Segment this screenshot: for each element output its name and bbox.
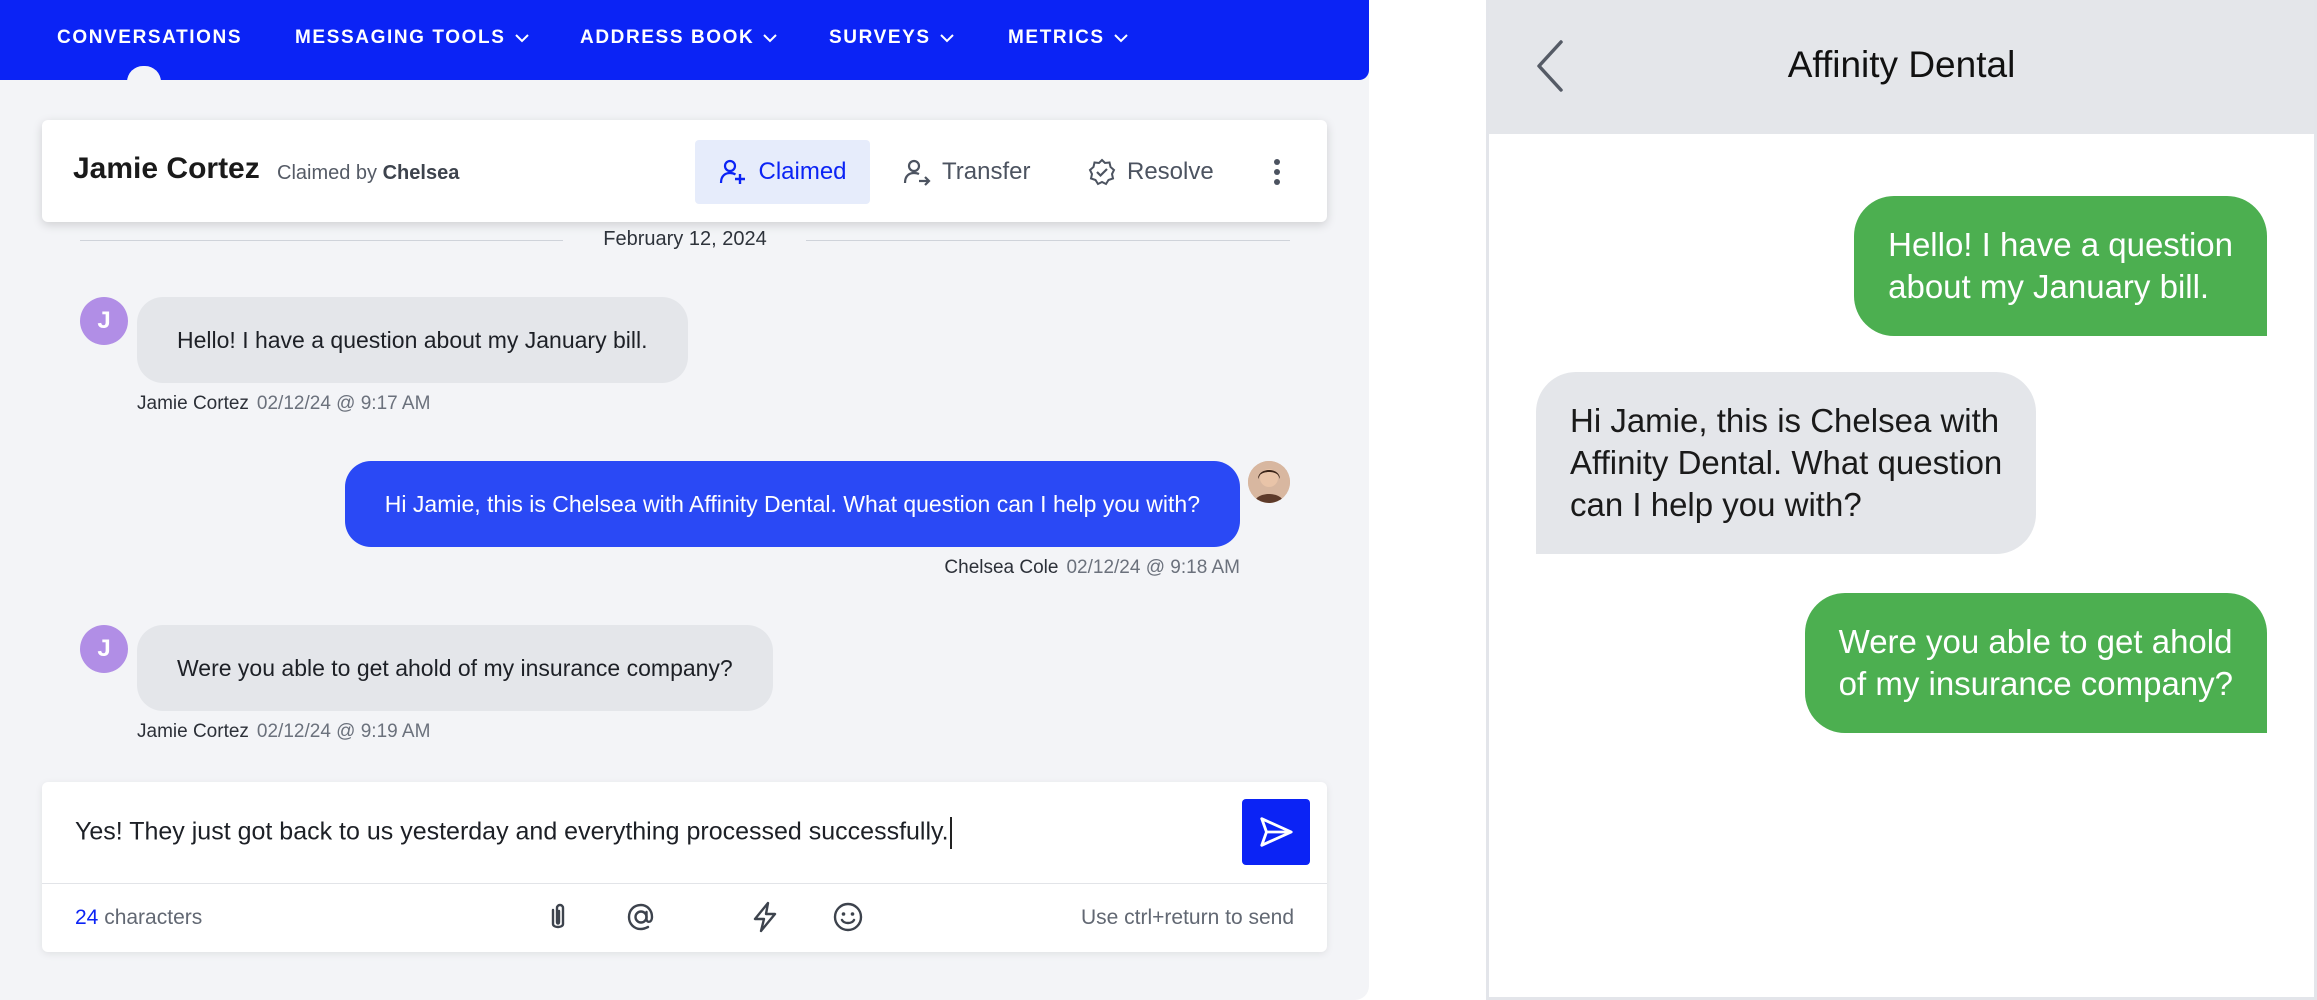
message-meta: Jamie Cortez 02/12/24 @ 9:19 AM [137,721,430,743]
avatar: J [80,297,128,345]
nav-surveys-label: SURVEYS [829,27,931,48]
character-count-value: 24 [75,906,99,929]
active-tab-indicator [127,66,161,82]
nav-metrics-label: METRICS [1008,27,1105,48]
claimed-button[interactable]: Claimed [695,140,870,204]
message-composer: Yes! They just got back to us yesterday … [42,782,1327,952]
sms-line: about my January bill. [1888,268,2210,305]
lightning-icon[interactable] [748,900,782,934]
badge-check-icon [1088,158,1116,186]
nav-metrics[interactable]: METRICS [1008,27,1129,49]
claimed-by-label: Claimed by Chelsea [277,162,459,185]
nav-address-book-label: ADDRESS BOOK [580,27,755,48]
chevron-down-icon [939,34,954,43]
more-options-button[interactable] [1262,140,1292,204]
message-sender: Jamie Cortez [137,721,249,742]
date-divider: February 12, 2024 [80,228,1290,252]
send-icon [1260,817,1293,847]
top-navigation: CONVERSATIONS MESSAGING TOOLS ADDRESS BO… [0,0,1369,82]
transfer-button[interactable]: Transfer [902,140,1030,204]
outgoing-message: Hi Jamie, this is Chelsea with Affinity … [344,461,1240,547]
person-transfer-icon [903,159,931,186]
nav-messaging-tools-label: MESSAGING TOOLS [295,27,506,48]
draft-text: Yes! They just got back to us yesterday … [75,817,949,846]
chevron-down-icon [514,34,529,43]
claimed-by-prefix: Claimed by [277,162,378,184]
character-count: 24 characters [75,906,202,930]
person-add-icon [720,159,746,184]
nav-conversations[interactable]: CONVERSATIONS [57,27,242,49]
sms-outgoing-bubble: Hello! I have a question about my Januar… [1854,196,2267,336]
message-timestamp: 02/12/24 @ 9:18 AM [1066,557,1240,578]
message-sender: Chelsea Cole [944,557,1059,578]
phone-header: Affinity Dental [1489,0,2314,134]
nav-conversations-label: CONVERSATIONS [57,27,243,48]
messaging-console: CONVERSATIONS MESSAGING TOOLS ADDRESS BO… [0,0,1369,1000]
sms-line: Were you able to get ahold [1838,623,2233,660]
composer-divider [42,883,1327,884]
send-shortcut-hint: Use ctrl+return to send [1080,906,1294,929]
message-timestamp: 02/12/24 @ 9:19 AM [256,721,431,742]
sms-outgoing-bubble: Were you able to get ahold of my insuran… [1804,593,2267,733]
sms-line: Hello! I have a question [1888,226,2233,263]
transfer-button-label: Transfer [942,158,1031,185]
incoming-message: Were you able to get ahold of my insuran… [137,625,773,711]
conversation-header: Jamie Cortez Claimed by Chelsea Claimed … [42,120,1327,222]
agent-avatar [1248,461,1290,503]
sms-line: of my insurance company? [1838,665,2233,702]
incoming-message: Hello! I have a question about my Januar… [137,297,688,383]
sms-line: Hi Jamie, this is Chelsea with [1570,402,2000,439]
send-button[interactable] [1242,799,1310,865]
message-meta: Jamie Cortez 02/12/24 @ 9:17 AM [137,393,430,415]
contact-name: Jamie Cortez [73,152,260,185]
sms-line: Affinity Dental. What question [1570,444,2003,481]
sms-incoming-bubble: Hi Jamie, this is Chelsea with Affinity … [1536,372,2037,554]
chevron-down-icon [763,34,778,43]
chevron-down-icon [1113,34,1128,43]
sms-line: can I help you with? [1570,486,1862,523]
avatar: J [80,625,128,673]
nav-surveys[interactable]: SURVEYS [829,27,955,49]
paperclip-icon[interactable] [541,900,575,934]
text-caret [949,817,952,849]
more-vertical-icon [1274,159,1280,185]
smiley-icon[interactable] [831,900,865,934]
phone-contact-title: Affinity Dental [1787,44,2016,85]
phone-preview: Affinity Dental Hello! I have a question… [1486,0,2317,1000]
claimed-button-label: Claimed [758,158,847,185]
at-sign-icon[interactable] [624,900,658,934]
character-count-label: characters [104,906,203,929]
resolve-button-label: Resolve [1127,158,1214,185]
claimed-by-agent: Chelsea [382,162,460,184]
message-meta: Chelsea Cole 02/12/24 @ 9:18 AM [944,557,1240,579]
nav-address-book[interactable]: ADDRESS BOOK [580,27,778,49]
message-timestamp: 02/12/24 @ 9:17 AM [256,393,431,414]
nav-messaging-tools[interactable]: MESSAGING TOOLS [295,27,530,49]
resolve-button[interactable]: Resolve [1087,140,1214,204]
message-input[interactable]: Yes! They just got back to us yesterday … [75,817,1255,849]
message-sender: Jamie Cortez [137,393,249,414]
date-label: February 12, 2024 [603,228,767,250]
